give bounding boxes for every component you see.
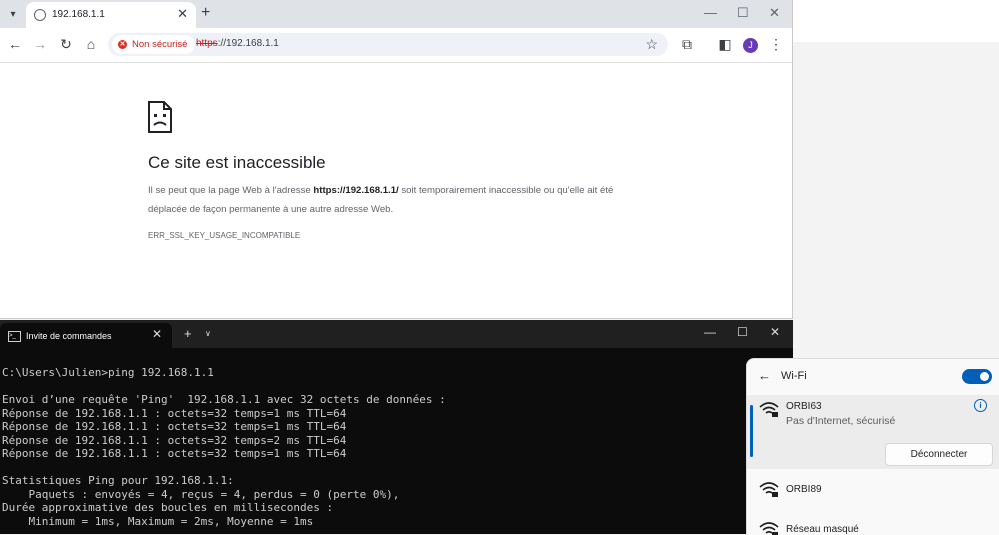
terminal-minimize-button[interactable]: —	[704, 325, 716, 339]
chevron-down-icon[interactable]: ∨	[205, 329, 211, 338]
terminal-line: Paquets : envoyés = 4, reçus = 4, perdus…	[2, 487, 400, 501]
home-icon[interactable]: ⌂	[82, 36, 100, 52]
info-icon[interactable]: i	[974, 399, 987, 412]
new-terminal-tab-button[interactable]: +	[184, 326, 192, 341]
maximize-button[interactable]: ☐	[737, 5, 749, 21]
wifi-secured-icon	[759, 482, 779, 497]
extensions-icon[interactable]: ⧉	[678, 36, 696, 53]
terminal-line: Réponse de 192.168.1.1 : octets=32 temps…	[2, 433, 347, 447]
error-desc-url: https://192.168.1.1/	[313, 185, 399, 196]
side-panel-icon[interactable]: ◧	[716, 36, 734, 53]
globe-icon	[34, 9, 46, 21]
wifi-flyout: ← Wi-Fi ORBI63 Pas d'Internet, sécurisé …	[746, 358, 999, 535]
url-host: ://192.168.1.1	[217, 38, 279, 49]
browser-tab[interactable]: 192.168.1.1 ✕	[26, 2, 196, 28]
command-prompt-icon: >_	[8, 331, 21, 342]
wifi-secured-icon	[759, 402, 779, 417]
close-window-button[interactable]: ✕	[769, 5, 780, 21]
network-item-orbi89[interactable]: ORBI89	[747, 475, 999, 505]
error-code: ERR_SSL_KEY_USAGE_INCOMPATIBLE	[148, 231, 301, 240]
url-text: https://192.168.1.1	[196, 38, 279, 49]
terminal-tab-title: Invite de commandes	[26, 331, 112, 341]
error-description: Il se peut que la page Web à l'adresse h…	[148, 181, 648, 219]
terminal-line: Réponse de 192.168.1.1 : octets=32 temps…	[2, 406, 347, 420]
browser-toolbar: ← → ↻ ⌂ ✕ Non sécurisé https://192.168.1…	[0, 28, 792, 63]
avatar[interactable]: J	[743, 38, 758, 53]
wifi-toggle[interactable]	[962, 369, 992, 384]
wifi-secured-icon	[759, 522, 779, 535]
terminal-tab-bar: >_ Invite de commandes ✕ + ∨ — ☐ ✕	[0, 320, 793, 348]
network-item-orbi63[interactable]: ORBI63 Pas d'Internet, sécurisé i Déconn…	[747, 395, 999, 469]
disconnect-button[interactable]: Déconnecter	[885, 443, 993, 466]
terminal-line: C:\Users\Julien>ping 192.168.1.1	[2, 366, 214, 379]
new-tab-button[interactable]: +	[201, 4, 210, 22]
reload-icon[interactable]: ↻	[57, 36, 75, 53]
terminal-line: Minimum = 1ms, Maximum = 2ms, Moyenne = …	[2, 514, 314, 528]
error-title: Ce site est inaccessible	[148, 153, 326, 172]
menu-icon[interactable]: ⋮	[767, 36, 785, 53]
network-name: ORBI63	[786, 401, 822, 412]
terminal-line: Envoi d’une requête 'Ping' 192.168.1.1 a…	[2, 393, 446, 406]
terminal-window: >_ Invite de commandes ✕ + ∨ — ☐ ✕ C:\Us…	[0, 320, 793, 534]
wifi-title: Wi-Fi	[781, 370, 807, 382]
security-chip[interactable]: ✕ Non sécurisé	[112, 35, 196, 54]
minimize-button[interactable]: —	[704, 5, 717, 20]
sad-document-icon	[148, 101, 172, 133]
bookmark-star-icon[interactable]: ☆	[645, 36, 658, 53]
close-terminal-tab-icon[interactable]: ✕	[152, 327, 162, 341]
terminal-output[interactable]: C:\Users\Julien>ping 192.168.1.1 Envoi d…	[2, 366, 446, 528]
tab-search-button[interactable]: ▾	[4, 5, 22, 23]
url-protocol: https	[196, 38, 218, 49]
terminal-tab[interactable]: >_ Invite de commandes ✕	[0, 323, 172, 348]
network-status: Pas d'Internet, sécurisé	[786, 415, 896, 427]
back-arrow-icon[interactable]: ←	[758, 368, 771, 383]
terminal-line: Réponse de 192.168.1.1 : octets=32 temps…	[2, 420, 347, 433]
warning-icon: ✕	[118, 40, 127, 49]
error-desc-prefix: Il se peut que la page Web à l'adresse	[148, 185, 314, 196]
selection-indicator	[750, 405, 753, 457]
terminal-maximize-button[interactable]: ☐	[737, 325, 748, 339]
address-bar[interactable]: ✕ Non sécurisé https://192.168.1.1 ☆	[108, 33, 668, 56]
terminal-line: Durée approximative des boucles en milli…	[2, 501, 334, 514]
terminal-line: Réponse de 192.168.1.1 : octets=32 temps…	[2, 447, 347, 460]
wifi-header: ← Wi-Fi	[747, 359, 999, 393]
error-page: Ce site est inaccessible Il se peut que …	[0, 63, 792, 318]
close-tab-icon[interactable]: ✕	[177, 6, 188, 22]
tab-title: 192.168.1.1	[52, 9, 105, 20]
security-chip-label: Non sécurisé	[132, 39, 188, 50]
terminal-line: Statistiques Ping pour 192.168.1.1:	[2, 474, 234, 487]
network-item-hidden[interactable]: Réseau masqué	[747, 516, 999, 535]
browser-window: ▾ 192.168.1.1 ✕ + — ☐ ✕ ← → ↻ ⌂ ✕ Non sé…	[0, 0, 793, 319]
network-name: ORBI89	[786, 484, 822, 495]
terminal-close-button[interactable]: ✕	[770, 325, 780, 339]
back-icon[interactable]: ←	[6, 36, 24, 52]
network-name: Réseau masqué	[786, 524, 859, 535]
forward-icon[interactable]: →	[31, 36, 49, 52]
tab-strip: ▾ 192.168.1.1 ✕ + — ☐ ✕	[0, 0, 792, 28]
